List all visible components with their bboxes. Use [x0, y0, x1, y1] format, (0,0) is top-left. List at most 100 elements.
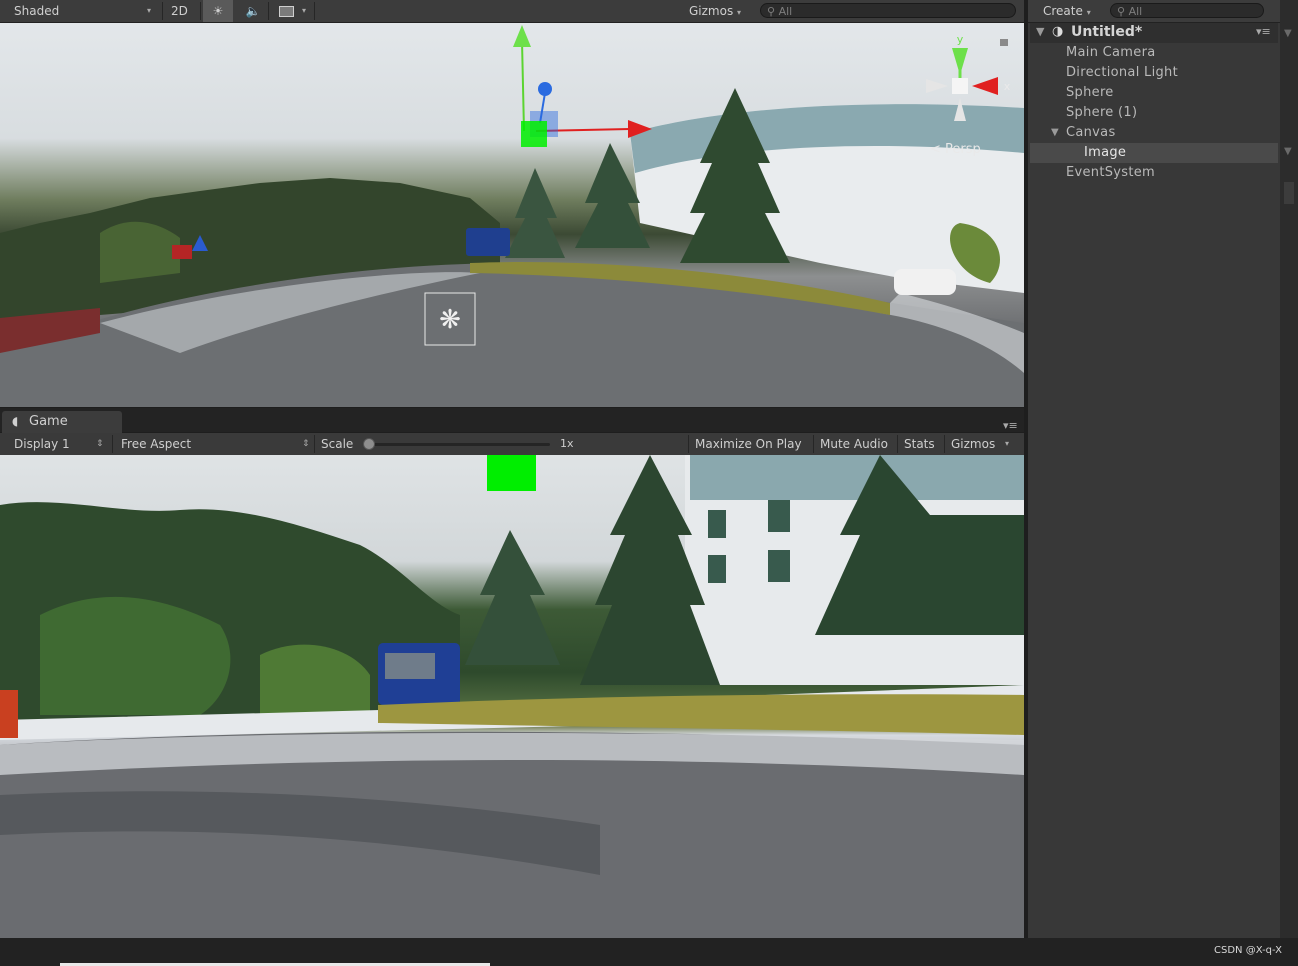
gizmo-center-box[interactable] [521, 121, 547, 147]
game-conifer [465, 530, 560, 665]
hierarchy-item-label: Canvas [1066, 125, 1116, 140]
audio-toggle-button[interactable]: 🔈 [242, 0, 264, 22]
scene-search-placeholder: All [778, 5, 793, 18]
watermark-text: CSDN @X-q-X [1214, 945, 1282, 956]
gizmo-z-handle[interactable] [538, 82, 552, 96]
aspect-spinner-icon: ⇕ [302, 439, 310, 449]
game-view[interactable] [0, 455, 1024, 938]
scene-conifer-small [505, 168, 565, 258]
orient-center-cube[interactable] [952, 78, 968, 94]
scene-sign-red [172, 245, 192, 259]
scene-gizmos-label: Gizmos [689, 4, 734, 18]
light-gizmo-icon[interactable]: ❋ [439, 305, 461, 335]
scrollbar-thumb[interactable] [1284, 182, 1294, 204]
game-hedge [378, 694, 1024, 735]
orient-x-cone[interactable] [972, 77, 998, 95]
sun-icon: ☀ [212, 4, 224, 18]
inspector-edge-strip: ▼ ▼ [1280, 0, 1298, 938]
display-dropdown[interactable]: Display 1 [14, 433, 70, 455]
maximize-on-play-label: Maximize On Play [695, 437, 802, 451]
shading-dropdown-arrow-icon: ▾ [147, 6, 152, 15]
orient-neg-x-cone[interactable] [926, 79, 948, 93]
scale-slider-track[interactable] [364, 443, 550, 446]
2d-toggle-button[interactable]: 2D [171, 0, 188, 22]
shading-mode-dropdown[interactable]: Shaded [14, 0, 59, 22]
hierarchy-toolbar: Create ▾ ⚲ All [1028, 0, 1280, 23]
hierarchy-item-directional-light[interactable]: Directional Light [1066, 63, 1178, 83]
scene-search-input[interactable]: ⚲ All [760, 3, 1016, 18]
shading-mode-label: Shaded [14, 4, 60, 18]
game-gizmos-toggle[interactable]: Gizmos [951, 433, 995, 455]
hierarchy-item-eventsystem[interactable]: EventSystem [1066, 163, 1155, 183]
lock-icon[interactable] [1000, 39, 1008, 46]
scene-menu-icon[interactable]: ▾≡ [1256, 25, 1271, 38]
hierarchy-item-canvas[interactable]: Canvas [1066, 123, 1116, 143]
ui-image-green-square[interactable] [487, 455, 536, 491]
tab-game[interactable]: ◖ Game [2, 411, 122, 433]
hierarchy-search-input[interactable]: ⚲ All [1110, 3, 1264, 18]
scene-toolbar: Shaded ▾ 2D ☀ 🔈 ▾ Gizmos ▾ ⚲ All [0, 0, 1024, 23]
gizmo-y-arrow[interactable] [513, 25, 531, 47]
effects-dropdown-arrow-icon[interactable]: ▾ [302, 0, 306, 22]
game-pacman-icon: ◖ [12, 414, 19, 428]
create-label: Create [1043, 4, 1083, 18]
game-bus-windshield [385, 653, 435, 679]
orient-x-label: x [1004, 80, 1011, 93]
scale-label: Scale [321, 437, 354, 451]
collapse-arrow-icon[interactable]: ▼ [1284, 146, 1292, 157]
lighting-toggle-button[interactable]: ☀ [203, 0, 233, 22]
scene-name: Untitled* [1071, 24, 1143, 40]
effects-toggle-button[interactable] [276, 0, 296, 22]
create-arrow-icon: ▾ [1086, 8, 1091, 17]
game-toolbar: Display 1 ⇕ Free Aspect ⇕ Scale 1x Maxim… [0, 433, 1024, 456]
game-window [768, 500, 790, 532]
scene-car [894, 269, 956, 295]
gizmos-dropdown-arrow-icon: ▾ [737, 8, 742, 17]
canvas-foldout-icon[interactable]: ▼ [1051, 127, 1059, 138]
hierarchy-item-label: Image [1084, 145, 1127, 160]
hierarchy-item-label: Directional Light [1066, 65, 1178, 80]
mute-audio-label: Mute Audio [820, 437, 888, 451]
scene-root-row[interactable]: ▼ ◑ Untitled* ▾≡ [1030, 23, 1278, 43]
maximize-on-play-toggle[interactable]: Maximize On Play [695, 433, 802, 455]
game-gizmos-arrow-icon[interactable]: ▾ [1005, 433, 1009, 455]
persp-label[interactable]: < Persp [930, 142, 981, 157]
game-gizmos-label: Gizmos [951, 437, 996, 451]
unity-scene-icon: ◑ [1052, 24, 1064, 39]
game-red-bin [0, 690, 18, 738]
gizmo-y-axis[interactable] [521, 40, 525, 132]
scene-view[interactable]: ❋ y x < Persp [0, 23, 1024, 407]
hierarchy-item-sphere-1[interactable]: Sphere (1) [1066, 103, 1137, 123]
scene-view-canvas: ❋ y x < Persp [0, 25, 1024, 407]
orient-y-cone[interactable] [952, 48, 968, 75]
image-icon [278, 6, 294, 17]
collapse-arrow-icon[interactable]: ▼ [1284, 28, 1292, 39]
aspect-label: Free Aspect [121, 437, 192, 451]
stats-toggle[interactable]: Stats [904, 433, 935, 455]
hierarchy-item-label: Sphere (1) [1066, 105, 1138, 120]
panel-menu-icon[interactable]: ▾≡ [1003, 419, 1018, 432]
scene-gizmos-dropdown[interactable]: Gizmos ▾ [689, 0, 741, 22]
game-view-canvas [0, 455, 1024, 938]
mute-audio-toggle[interactable]: Mute Audio [820, 433, 888, 455]
scene-bush [100, 221, 180, 283]
search-icon: ⚲ [767, 5, 776, 18]
2d-label: 2D [171, 4, 188, 18]
orient-y-label: y [957, 33, 964, 46]
hierarchy-item-image[interactable]: Image [1084, 143, 1126, 163]
game-window [708, 510, 726, 538]
hierarchy-item-image-selected[interactable] [1030, 143, 1278, 163]
stats-label: Stats [904, 437, 935, 451]
scene-foldout-icon[interactable]: ▼ [1036, 25, 1044, 38]
aspect-dropdown[interactable]: Free Aspect [121, 433, 191, 455]
hierarchy-item-label: EventSystem [1066, 165, 1156, 180]
speaker-icon: 🔈 [245, 4, 261, 18]
hierarchy-item-main-camera[interactable]: Main Camera [1066, 43, 1155, 63]
scene-bus [466, 228, 510, 256]
game-window [708, 555, 726, 583]
create-dropdown[interactable]: Create ▾ [1043, 0, 1091, 22]
hierarchy-item-label: Main Camera [1066, 45, 1156, 60]
scale-slider-thumb[interactable] [363, 438, 375, 450]
status-bar: CSDN @X-q-X [0, 938, 1298, 966]
hierarchy-item-sphere[interactable]: Sphere [1066, 83, 1114, 103]
